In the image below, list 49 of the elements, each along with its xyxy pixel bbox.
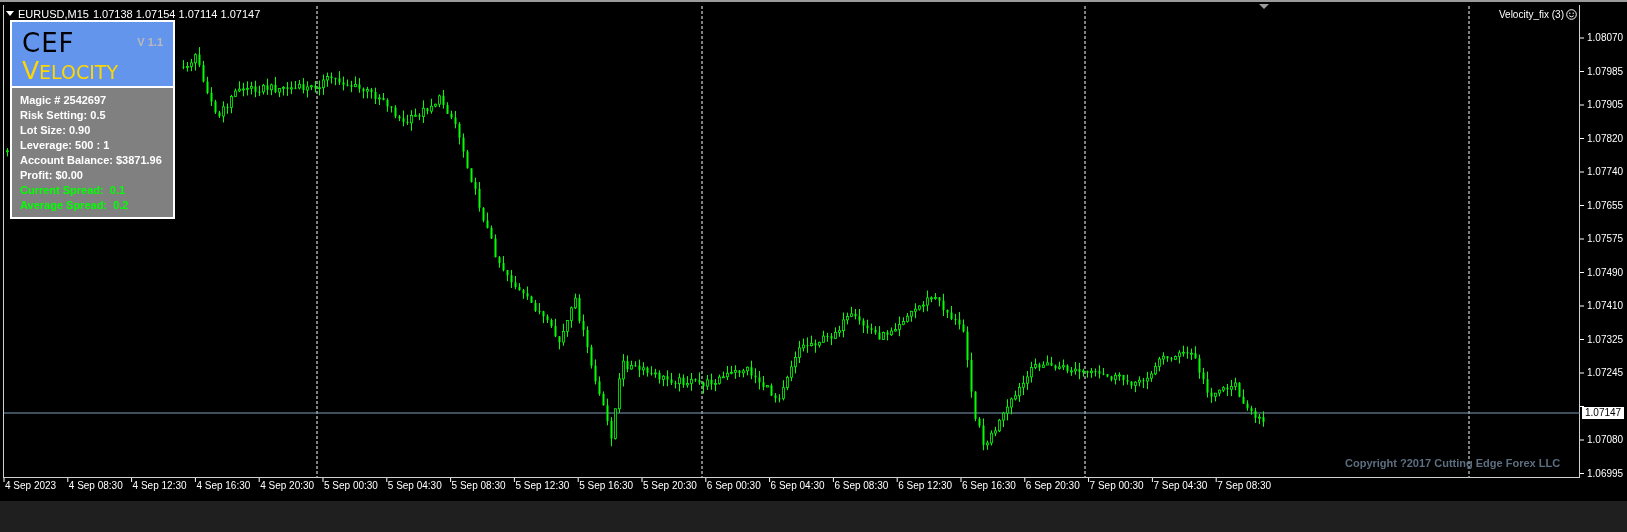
price-label: 1.07820 xyxy=(1587,132,1624,145)
copyright-text: Copyright ?2017 Cutting Edge Forex LLC xyxy=(1345,456,1561,471)
price-label: 1.07245 xyxy=(1587,367,1624,379)
price-label: 1.07740 xyxy=(1587,166,1624,178)
info-text: Lot Size: 0.90 xyxy=(20,123,92,137)
price-label: 1.07985 xyxy=(1587,65,1624,78)
info-text: Magic # 2542697 xyxy=(20,93,108,107)
info-text: Leverage: 500 : 1 xyxy=(20,138,111,152)
info-text: Account Balance: $3871.96 xyxy=(20,153,163,167)
price-label: 1.07325 xyxy=(1587,333,1624,346)
time-label: 7 Sep 08:30 xyxy=(1217,480,1272,492)
price-label: 1.07905 xyxy=(1587,99,1624,111)
price-label: 1.07490 xyxy=(1587,266,1624,279)
time-label: 4 Sep 08:30 xyxy=(68,480,123,492)
price-label: 1.08070 xyxy=(1587,32,1624,44)
time-label: 6 Sep 20:30 xyxy=(1025,480,1080,492)
price-label: 1.07410 xyxy=(1587,300,1624,312)
logo-text: VELOCITY xyxy=(22,58,119,83)
time-label: 6 Sep 04:30 xyxy=(770,480,825,492)
time-label: 4 Sep 20:30 xyxy=(260,480,315,492)
spread-text: Average Spread: 0.2 xyxy=(20,198,130,212)
time-label: 5 Sep 16:30 xyxy=(579,480,634,492)
time-label: 4 Sep 2023 xyxy=(5,480,57,492)
time-label: 6 Sep 00:30 xyxy=(706,480,761,492)
time-label: 5 Sep 12:30 xyxy=(515,480,570,492)
time-label: 7 Sep 00:30 xyxy=(1089,480,1144,492)
time-label: 6 Sep 16:30 xyxy=(962,480,1016,492)
time-label: 4 Sep 12:30 xyxy=(132,480,187,492)
time-label: 6 Sep 12:30 xyxy=(898,480,953,492)
time-label: 5 Sep 08:30 xyxy=(451,480,506,492)
price-label: 1.07655 xyxy=(1587,199,1624,212)
time-label: 5 Sep 04:30 xyxy=(387,480,442,492)
time-label: 7 Sep 04:30 xyxy=(1153,480,1208,492)
version-label: V 1.1 xyxy=(137,35,163,50)
price-quote: 1.07138 1.07154 1.07114 1.07147 xyxy=(92,7,261,22)
logo-text: CEF xyxy=(22,30,75,56)
time-label: 5 Sep 00:30 xyxy=(324,480,378,492)
info-text: Risk Setting: 0.5 xyxy=(20,108,107,122)
current-price-label: 1.07147 xyxy=(1582,407,1625,419)
indicator-label: Velocity_fix (3) xyxy=(1498,8,1564,22)
spread-text: Current Spread: 0.1 xyxy=(20,183,127,197)
time-label: 6 Sep 08:30 xyxy=(834,480,889,492)
time-label: 4 Sep 16:30 xyxy=(196,480,251,492)
price-label: 1.07080 xyxy=(1587,434,1624,446)
price-label: 1.07575 xyxy=(1587,233,1624,245)
price-label: 1.06995 xyxy=(1587,467,1624,480)
info-text: Profit: $0.00 xyxy=(20,168,84,182)
chart-symbol: EURUSD,M15 xyxy=(18,7,89,22)
time-label: 5 Sep 20:30 xyxy=(643,480,697,492)
